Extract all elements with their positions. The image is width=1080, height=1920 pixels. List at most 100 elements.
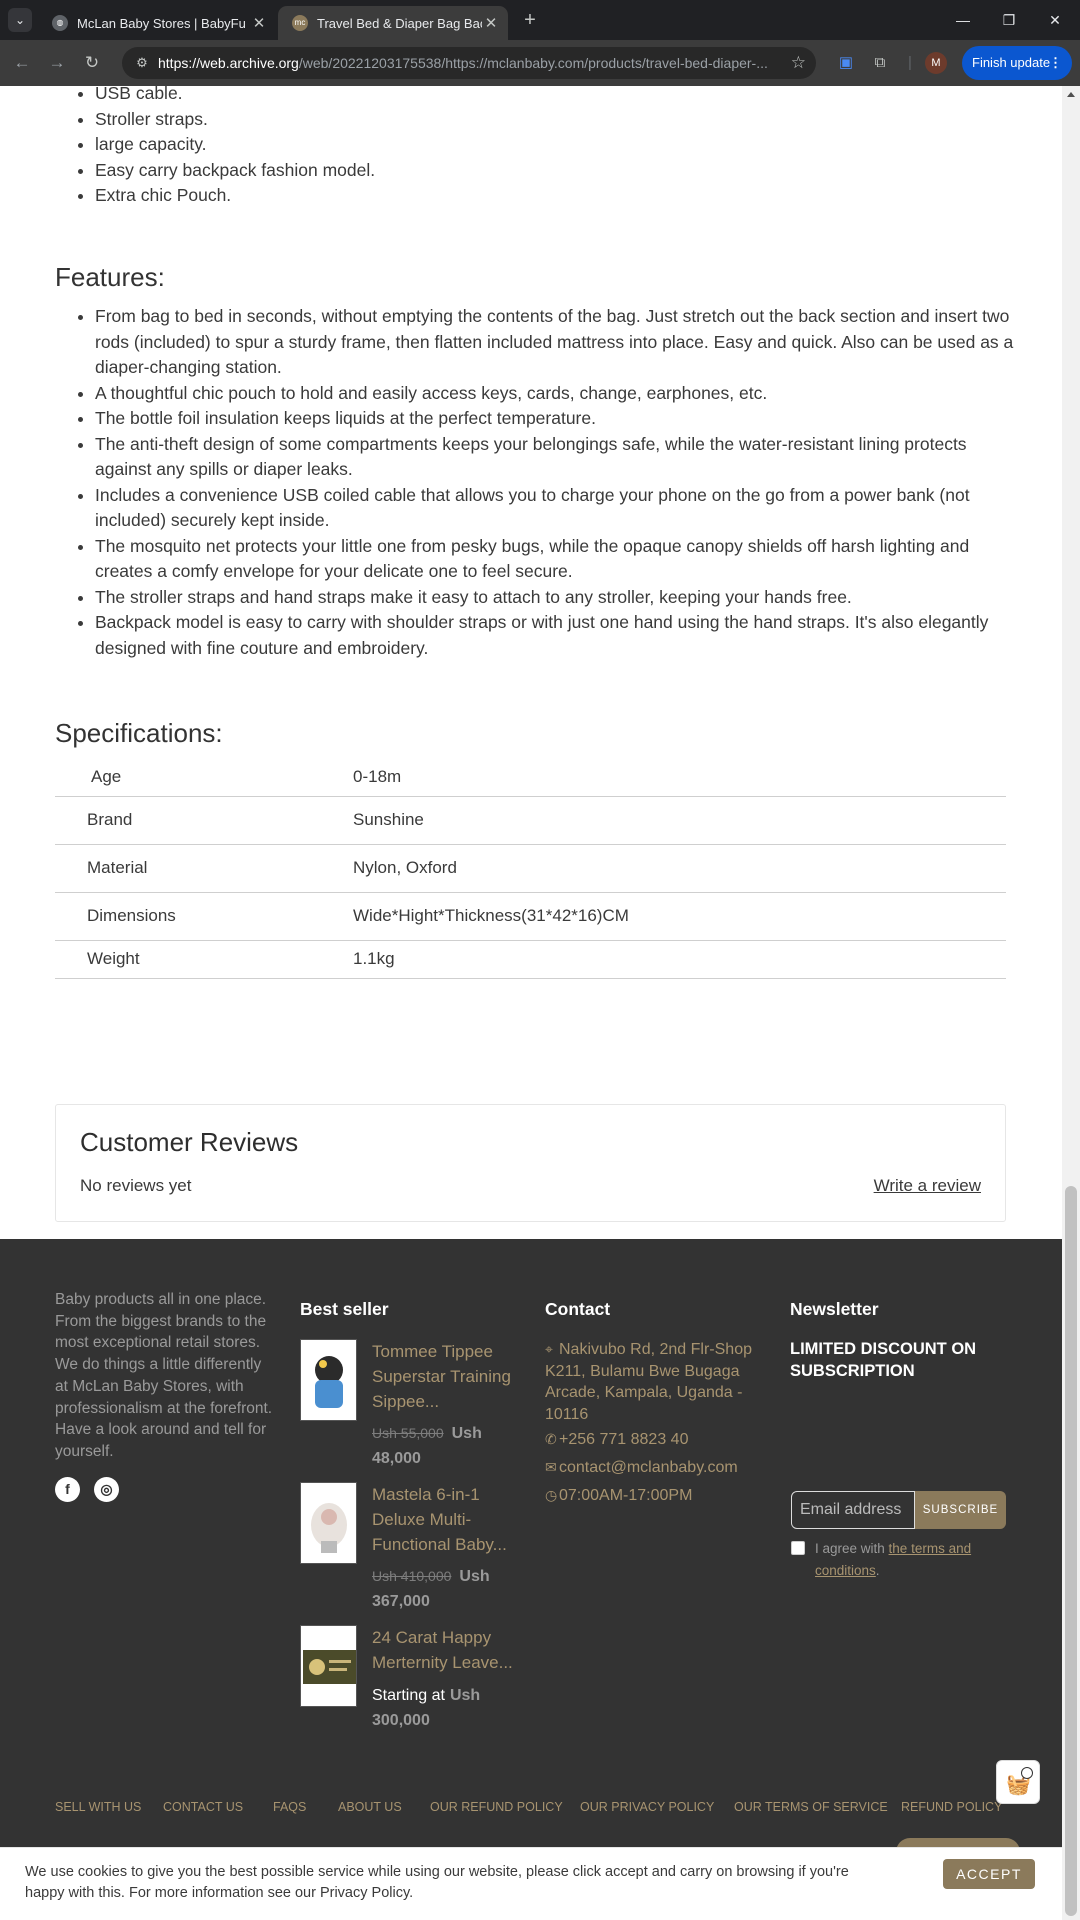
footer-link-sell-with-us[interactable]: SELL WITH US [55, 1800, 141, 1814]
toolbar-divider: | [908, 54, 912, 71]
spec-label: Dimensions [55, 892, 351, 941]
old-price: Ush 55,000 [372, 1425, 444, 1441]
extensions-puzzle-icon[interactable]: ⧉ [868, 51, 892, 75]
product-thumbnail[interactable] [300, 1625, 357, 1707]
subscribe-button[interactable]: SUBSCRIBE [915, 1491, 1006, 1529]
footer-link-our-privacy-policy[interactable]: OUR PRIVACY POLICY [580, 1800, 714, 1814]
product-thumbnail[interactable] [300, 1339, 357, 1421]
site-info-icon[interactable]: ⚙ [134, 55, 150, 71]
finish-update-button[interactable]: Finish update ⋮ [962, 46, 1072, 80]
footer-link-contact-us[interactable]: CONTACT US [163, 1800, 243, 1814]
accept-cookies-button[interactable]: ACCEPT [943, 1859, 1035, 1889]
list-item: large capacity. [95, 132, 515, 158]
back-icon[interactable]: ← [10, 51, 34, 75]
tab-mclan-baby-stores[interactable]: ◍ McLan Baby Stores | BabyFu - M ✕ [38, 6, 276, 40]
spec-value: 0-18m [351, 758, 1006, 797]
new-tab-button[interactable]: + [518, 8, 542, 32]
mail-icon: ✉ [545, 1459, 557, 1475]
reviews-title: Customer Reviews [80, 1127, 299, 1157]
tab-travel-bed-diaper-bag[interactable]: mc Travel Bed & Diaper Bag Backpack ✕ [278, 6, 508, 40]
specifications-heading: Specifications: [55, 718, 223, 748]
profile-avatar[interactable]: M [925, 52, 947, 74]
contact-phone[interactable]: ✆ +256 771 8823 40 [545, 1429, 765, 1451]
spec-label: Age [55, 758, 351, 797]
url-text[interactable]: https://web.archive.org/web/202212031755… [158, 47, 778, 79]
footer-link-our-terms-of-service[interactable]: OUR TERMS OF SERVICE [734, 1800, 888, 1814]
product-thumbnail[interactable] [300, 1482, 357, 1564]
product-price: Ush 55,000 Ush 48,000 [372, 1421, 522, 1471]
restore-icon[interactable]: ❐ [994, 8, 1024, 32]
list-item: Easy carry backpack fashion model. [95, 158, 515, 184]
list-item: A thoughtful chic pouch to hold and easi… [95, 381, 1015, 407]
product-name[interactable]: 24 Carat Happy Merternity Leave... [372, 1625, 522, 1675]
footer-link-faqs[interactable]: FAQS [273, 1800, 306, 1814]
agree-terms-checkbox[interactable] [791, 1541, 805, 1555]
minimize-icon[interactable]: — [948, 8, 978, 32]
more-menu-icon[interactable]: ⋮ [1049, 46, 1062, 80]
product-name[interactable]: Mastela 6-in-1 Deluxe Multi-Functional B… [372, 1482, 522, 1557]
features-heading: Features: [55, 262, 165, 292]
specifications-table: Age 0-18m Brand Sunshine Material Nylon,… [55, 758, 1006, 979]
bestseller-product[interactable]: Mastela 6-in-1 Deluxe Multi-Functional B… [300, 1482, 520, 1612]
tab-search-button[interactable]: ⌄ [8, 8, 32, 32]
finish-update-label: Finish update [972, 55, 1051, 70]
no-reviews-text: No reviews yet [80, 1176, 192, 1195]
close-icon[interactable]: ✕ [250, 14, 268, 32]
table-row: Weight 1.1kg [55, 940, 1006, 979]
tab-strip: ⌄ ◍ McLan Baby Stores | BabyFu - M ✕ mc … [0, 0, 1080, 40]
list-item: Backpack model is easy to carry with sho… [95, 610, 1015, 661]
contact-email[interactable]: ✉ contact@mclanbaby.com [545, 1457, 765, 1479]
reload-icon[interactable]: ↻ [80, 51, 104, 75]
list-item: The stroller straps and hand straps make… [95, 585, 1015, 611]
spec-label: Weight [55, 940, 351, 979]
features-list: From bag to bed in seconds, without empt… [55, 304, 1015, 661]
scrollbar-thumb[interactable] [1065, 1186, 1077, 1916]
tab-title: McLan Baby Stores | BabyFu - M [77, 15, 250, 31]
footer-link-our-refund-policy[interactable]: OUR REFUND POLICY [430, 1800, 563, 1814]
clock-icon: ◷ [545, 1487, 558, 1503]
newsletter-subheading: LIMITED DISCOUNT ON SUBSCRIPTION [790, 1340, 977, 1380]
list-item: Extra chic Pouch. [95, 183, 515, 209]
list-item: Includes a convenience USB coiled cable … [95, 483, 1015, 534]
footer-link-about-us[interactable]: ABOUT US [338, 1800, 402, 1814]
extension-icon[interactable]: ▣ [834, 51, 858, 75]
footer-link-refund-policy[interactable]: REFUND POLICY [901, 1800, 1002, 1814]
site-footer: Baby products all in one place. From the… [0, 1239, 1062, 1920]
list-item: The bottle foil insulation keeps liquids… [95, 406, 1015, 432]
phone-icon: ✆ [545, 1431, 557, 1447]
cookie-message: We use cookies to give you the best poss… [25, 1864, 849, 1901]
page-viewport: USB cable. Stroller straps. large capaci… [0, 86, 1062, 1920]
contact-address: ⌖ Nakivubo Rd, 2nd Flr-Shop K211, Bulamu … [545, 1341, 752, 1423]
forward-icon[interactable]: → [45, 51, 69, 75]
page-scrollbar[interactable] [1062, 86, 1080, 1920]
bestseller-product[interactable]: Tommee Tippee Superstar Training Sippee.… [300, 1339, 520, 1469]
close-icon[interactable]: ✕ [482, 14, 500, 32]
list-item: USB cable. [95, 86, 515, 107]
cart-button[interactable]: 🧺 [996, 1760, 1040, 1804]
customer-reviews-panel: Customer Reviews No reviews yet Write a … [55, 1104, 1006, 1222]
agree-terms-text: I agree with the terms and conditions. [815, 1541, 972, 1578]
newsletter-email-input[interactable]: Email address [791, 1491, 915, 1529]
table-row: Brand Sunshine [55, 796, 1006, 845]
bookmark-star-icon[interactable]: ☆ [791, 47, 806, 79]
product-price: Starting at Ush 300,000 [372, 1683, 522, 1733]
newsletter-heading: Newsletter [790, 1299, 879, 1319]
location-pin-icon: ⌖ [545, 1341, 553, 1357]
write-review-link[interactable]: Write a review [874, 1176, 981, 1196]
product-name[interactable]: Tommee Tippee Superstar Training Sippee.… [372, 1339, 522, 1414]
spec-value: Sunshine [351, 796, 1006, 845]
scroll-up-arrow-icon[interactable] [1067, 92, 1075, 97]
included-items-list: USB cable. Stroller straps. large capaci… [55, 86, 515, 209]
window-close-icon[interactable]: ✕ [1040, 8, 1070, 32]
facebook-icon[interactable]: f [55, 1477, 80, 1502]
starting-at-label: Starting at [372, 1687, 445, 1704]
list-item: The anti-theft design of some compartmen… [95, 432, 1015, 483]
list-item: From bag to bed in seconds, without empt… [95, 304, 1015, 381]
instagram-icon[interactable]: ◎ [94, 1477, 119, 1502]
table-row: Dimensions Wide*Hight*Thickness(31*42*16… [55, 892, 1006, 941]
bestseller-product[interactable]: 24 Carat Happy Merternity Leave... Start… [300, 1625, 520, 1735]
footer-about-text: Baby products all in one place. From the… [55, 1291, 273, 1460]
spec-value: Nylon, Oxford [351, 844, 1006, 893]
favicon-mc: mc [292, 15, 308, 31]
address-bar[interactable]: ⚙ https://web.archive.org/web/2022120317… [122, 47, 816, 79]
